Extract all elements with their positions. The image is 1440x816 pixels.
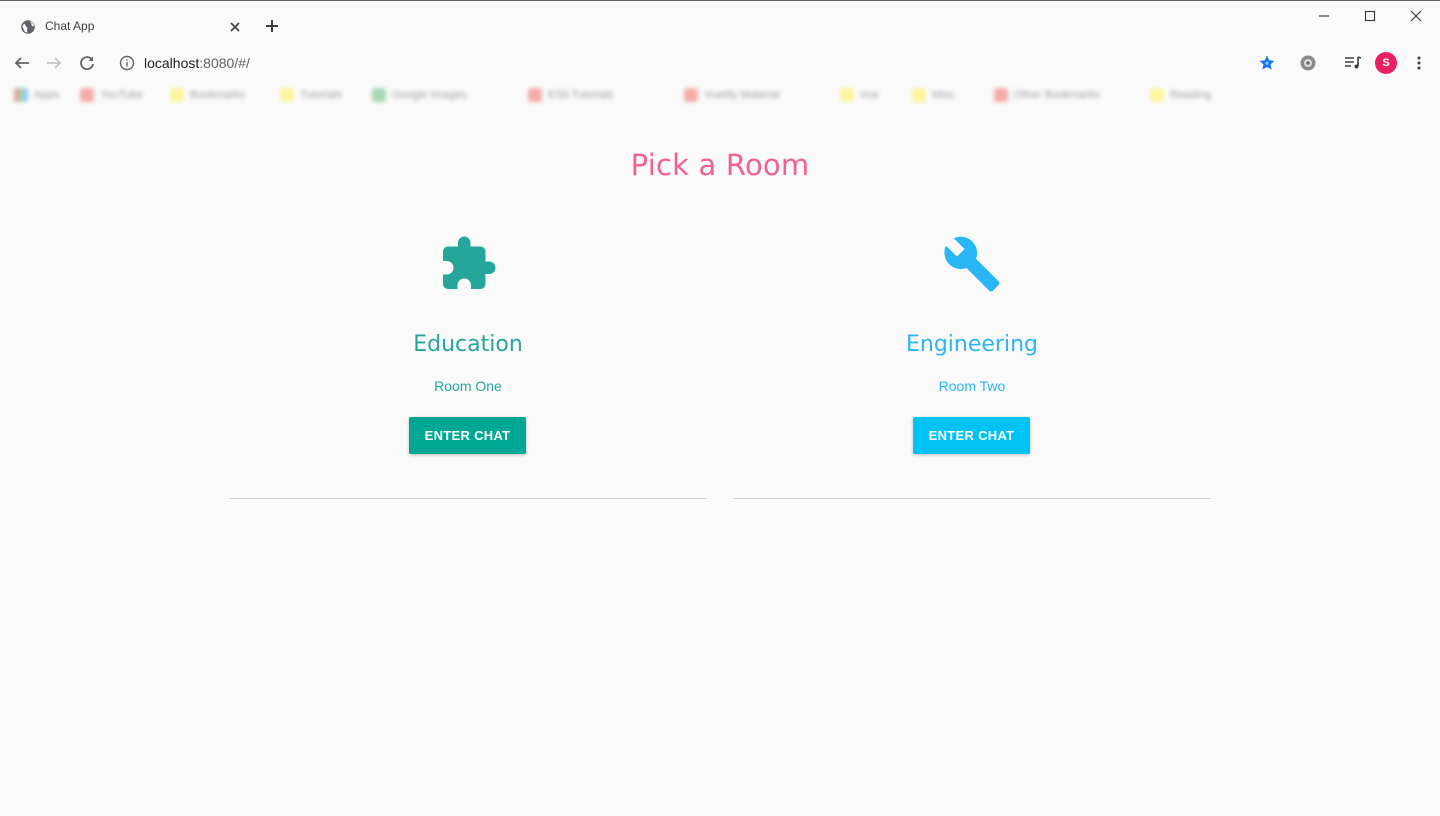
back-button[interactable] xyxy=(11,52,33,74)
extension-button[interactable] xyxy=(1297,52,1319,74)
bookmark-label: Google Images xyxy=(392,89,467,101)
url-path: :8080/#/ xyxy=(199,55,250,71)
plus-icon xyxy=(266,20,278,32)
tab-title: Chat App xyxy=(45,19,95,33)
bookmark-item[interactable]: Apps xyxy=(14,88,59,102)
forward-button[interactable] xyxy=(43,52,65,74)
folder-icon xyxy=(912,88,926,102)
profile-avatar[interactable]: S xyxy=(1375,52,1397,74)
arrow-left-icon xyxy=(14,57,29,69)
bookmark-label: Vue xyxy=(860,89,880,101)
more-vert-icon xyxy=(1417,56,1421,70)
bookmark-favicon-icon xyxy=(684,88,698,102)
bookmark-item[interactable]: ES6 Tutorials xyxy=(528,88,613,102)
room-subtitle: Room Two xyxy=(938,378,1006,394)
bookmark-star-button[interactable] xyxy=(1256,52,1278,74)
tab-strip: Chat App xyxy=(0,1,1440,45)
bookmark-label: YouTube xyxy=(100,89,144,101)
minimize-button[interactable] xyxy=(1314,6,1334,26)
bookmarks-bar: Apps YouTube Bookmarks Tutorials Google … xyxy=(0,81,1440,109)
reload-icon xyxy=(80,56,94,70)
bookmark-label: Apps xyxy=(34,89,60,101)
browser-toolbar: localhost:8080/#/ xyxy=(0,45,1440,81)
wrench-icon xyxy=(944,236,1000,292)
enter-chat-button[interactable]: ENTER CHAT xyxy=(913,417,1030,454)
close-icon xyxy=(1410,10,1422,22)
folder-icon xyxy=(840,88,854,102)
page-title: Pick a Room xyxy=(630,148,810,182)
room-card-engineering: Engineering Room Two ENTER CHAT xyxy=(733,228,1211,499)
bookmark-item[interactable]: Other Bookmarks xyxy=(994,88,1100,102)
star-icon xyxy=(1259,55,1275,70)
new-tab-button[interactable] xyxy=(263,17,281,35)
bookmark-favicon-icon xyxy=(372,88,386,102)
bookmark-label: Other Bookmarks xyxy=(1014,89,1100,101)
window-close-button[interactable] xyxy=(1406,6,1426,26)
reload-button[interactable] xyxy=(76,52,98,74)
media-control-button[interactable] xyxy=(1342,52,1364,74)
bookmark-label: Reading xyxy=(1170,89,1211,101)
room-card-education: Education Room One ENTER CHAT xyxy=(229,228,707,499)
url-host: localhost xyxy=(144,55,200,71)
maximize-icon xyxy=(1364,10,1376,22)
bookmark-item[interactable]: YouTube xyxy=(80,88,143,102)
enter-chat-button[interactable]: ENTER CHAT xyxy=(409,417,526,454)
apps-icon xyxy=(14,88,28,102)
tab-close-button[interactable] xyxy=(226,18,244,36)
extension-icon xyxy=(1300,55,1316,71)
room-name: Education xyxy=(413,332,523,357)
page-content: Pick a Room Education Room One ENTER CHA… xyxy=(0,108,1440,816)
bookmark-item[interactable]: Misc xyxy=(912,88,955,102)
minimize-icon xyxy=(1319,15,1329,17)
bookmark-label: ES6 Tutorials xyxy=(548,89,614,101)
playlist-icon xyxy=(1345,56,1362,69)
url-text[interactable]: localhost:8080/#/ xyxy=(144,55,250,71)
folder-icon xyxy=(280,88,294,102)
folder-icon xyxy=(1150,88,1164,102)
bookmark-item[interactable]: Vue xyxy=(840,88,879,102)
bookmark-label: Vuetify Material xyxy=(704,89,780,101)
info-icon[interactable] xyxy=(119,55,135,71)
bookmark-favicon-icon xyxy=(528,88,542,102)
puzzle-icon xyxy=(443,236,496,289)
close-icon xyxy=(230,22,240,32)
bookmark-favicon-icon xyxy=(80,88,94,102)
room-subtitle: Room One xyxy=(434,378,502,394)
arrow-right-icon xyxy=(47,57,62,69)
address-bar[interactable]: localhost:8080/#/ xyxy=(112,49,1242,77)
bookmark-label: Tutorials xyxy=(300,89,342,101)
globe-icon xyxy=(21,20,35,34)
folder-icon xyxy=(170,88,184,102)
room-name: Engineering xyxy=(906,332,1038,357)
bookmark-item[interactable]: Google Images xyxy=(372,88,467,102)
menu-button[interactable] xyxy=(1408,52,1430,74)
bookmark-label: Bookmarks xyxy=(190,89,246,101)
bookmark-label: Misc xyxy=(932,89,955,101)
bookmark-item[interactable]: Bookmarks xyxy=(170,88,245,102)
bookmark-item[interactable]: Tutorials xyxy=(280,88,342,102)
maximize-button[interactable] xyxy=(1360,6,1380,26)
browser-tab[interactable]: Chat App xyxy=(8,9,253,45)
browser-chrome: Chat App localhost:8080/#/ S Apps YouTub… xyxy=(0,0,1440,108)
bookmark-item[interactable]: Reading xyxy=(1150,88,1211,102)
bookmark-item[interactable]: Vuetify Material xyxy=(684,88,779,102)
bookmark-favicon-icon xyxy=(994,88,1008,102)
